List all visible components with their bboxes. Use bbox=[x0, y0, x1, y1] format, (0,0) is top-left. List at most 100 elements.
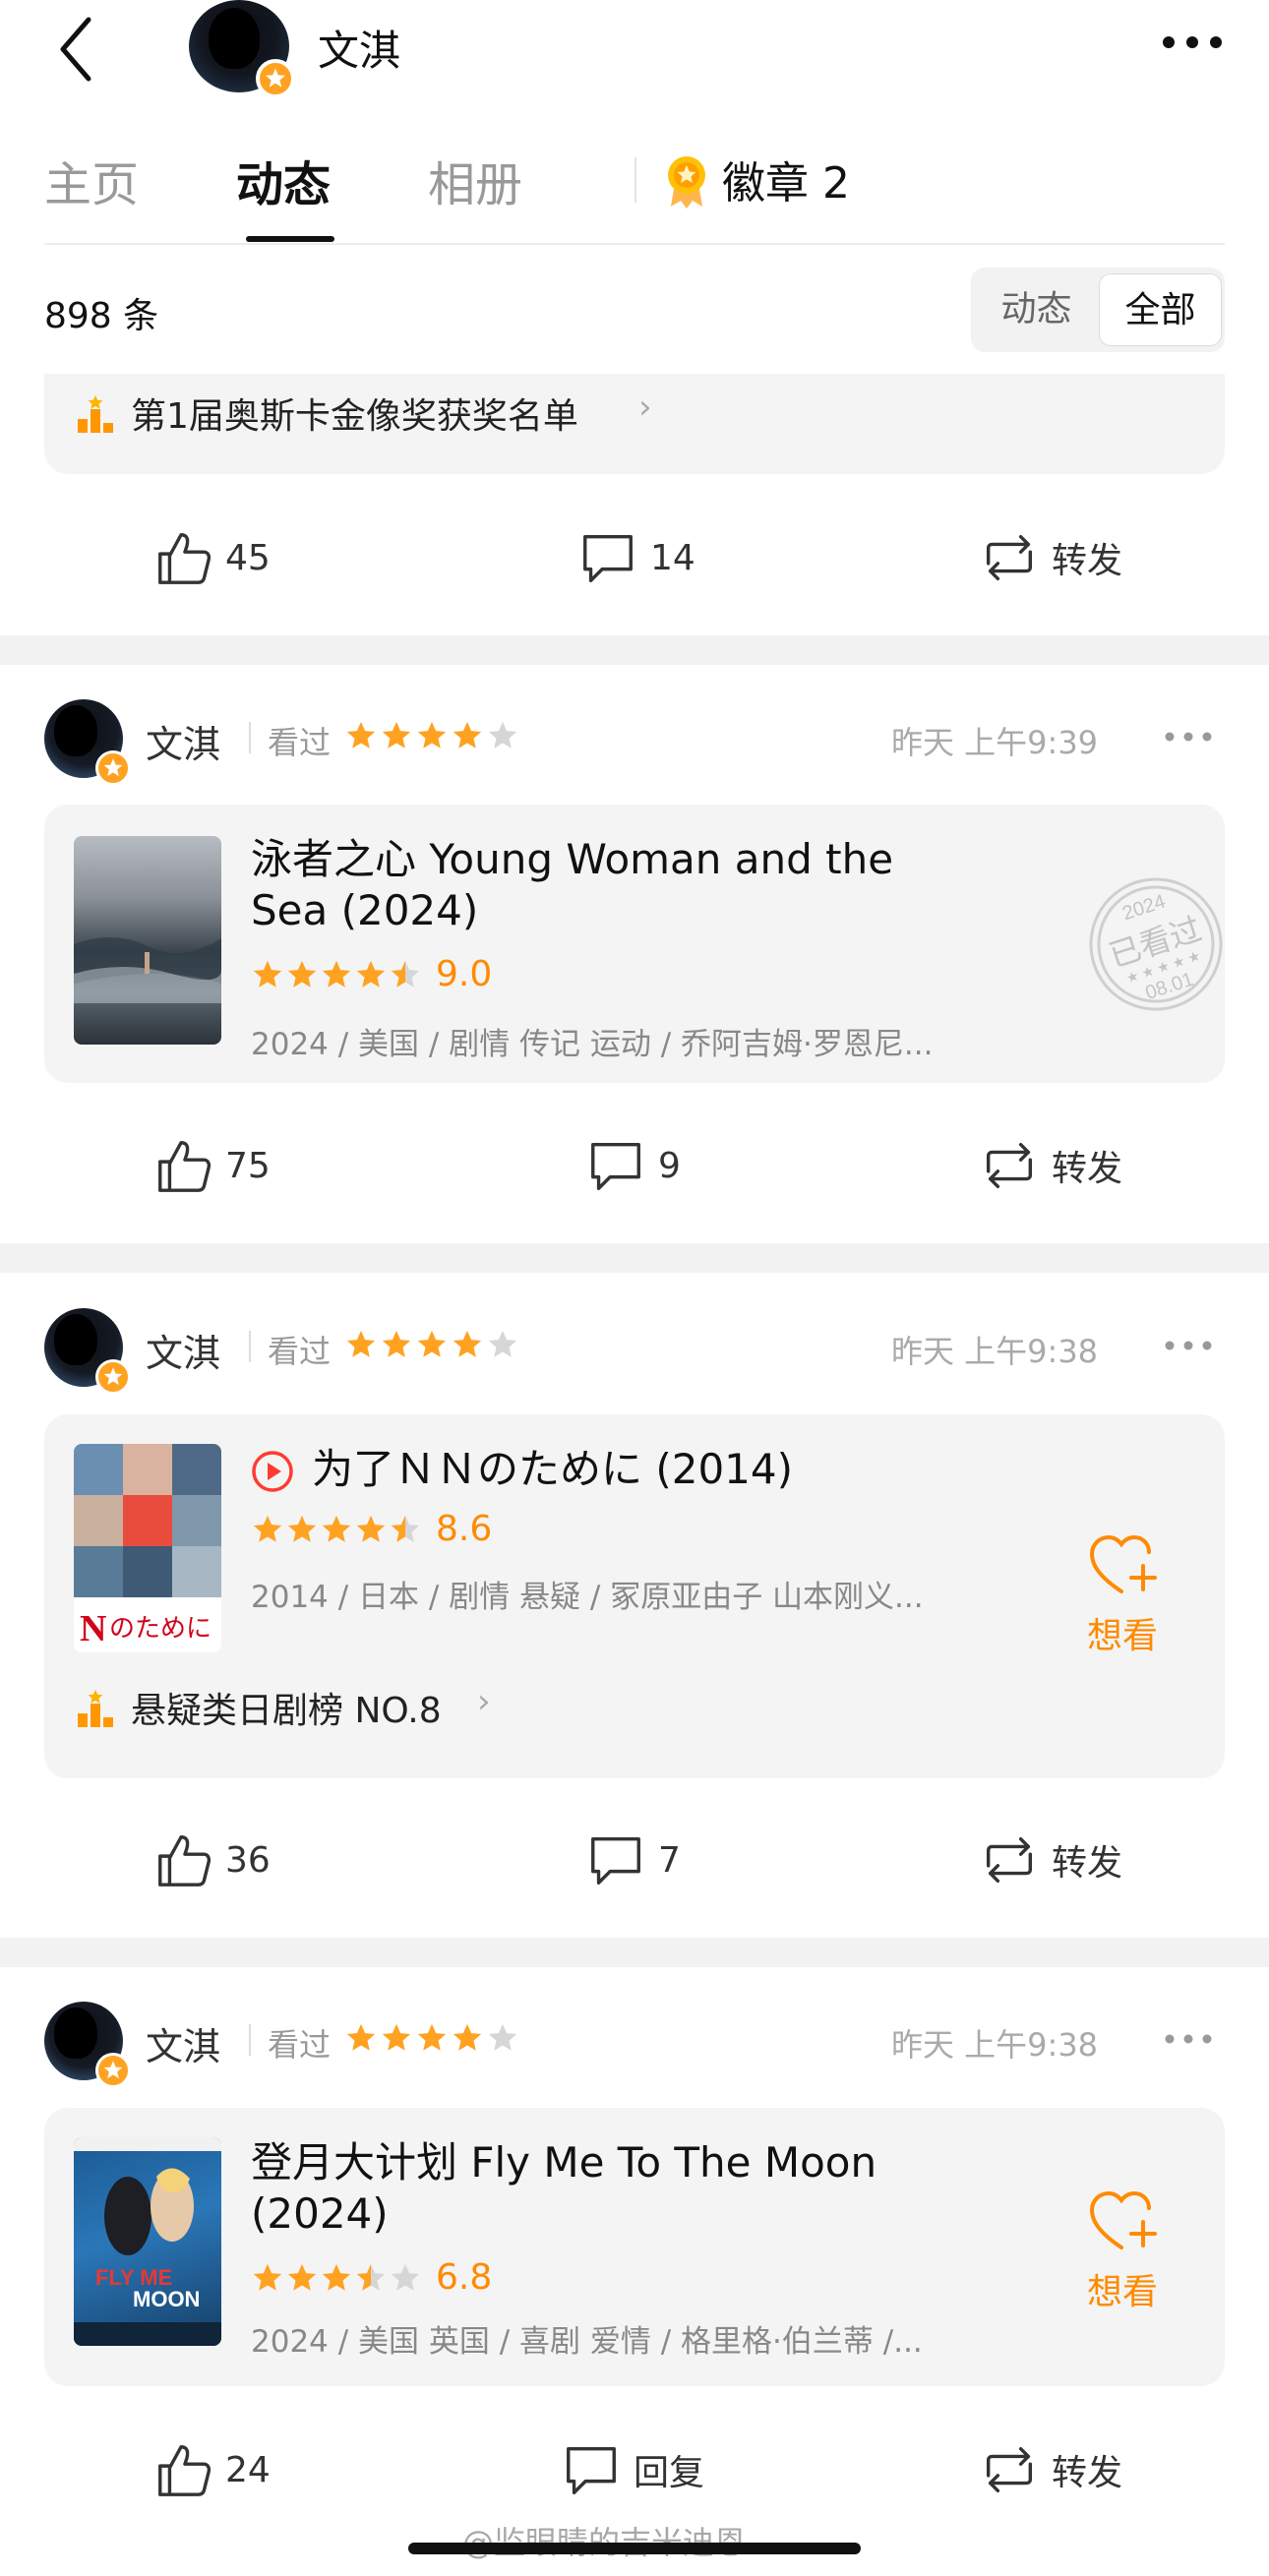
repost-button[interactable]: 转发 bbox=[979, 527, 1122, 588]
tab-home[interactable]: 主页 bbox=[44, 146, 139, 214]
home-indicator[interactable] bbox=[408, 2543, 861, 2554]
rating-score: 9.0 bbox=[436, 954, 493, 994]
movie-card[interactable]: FLY ME MOON 登月大计划 Fly Me To The Moon (20… bbox=[44, 2108, 1225, 2386]
tab-badges[interactable]: 徽章 2 bbox=[722, 148, 850, 210]
star-icon bbox=[453, 721, 482, 749]
more-options-icon[interactable] bbox=[1161, 28, 1224, 57]
star-icon bbox=[287, 1515, 317, 1542]
repost-icon bbox=[986, 1836, 1033, 1884]
repost-button[interactable]: 转发 bbox=[979, 2439, 1122, 2500]
want-to-watch-button[interactable]: 想看 bbox=[1087, 2188, 1158, 2314]
svg-text:MOON: MOON bbox=[133, 2287, 200, 2311]
repost-label: 转发 bbox=[1052, 1843, 1123, 1884]
star-icon bbox=[391, 2263, 420, 2291]
verified-star-icon bbox=[256, 59, 295, 98]
star-icon bbox=[453, 2023, 482, 2051]
repost-label: 转发 bbox=[1052, 541, 1123, 581]
star-icon bbox=[488, 2023, 517, 2051]
movie-meta: 2024 / 美国 / 剧情 传记 运动 / 乔阿吉姆·罗恩尼... bbox=[251, 1027, 934, 1062]
medal-icon bbox=[668, 156, 705, 209]
filter-activity-button[interactable]: 动态 bbox=[975, 273, 1098, 346]
tab-album[interactable]: 相册 bbox=[428, 146, 522, 214]
movie-poster: FLY ME MOON bbox=[74, 2137, 221, 2346]
watched-stamp: 2024 已看过 ★ ★ ★ ★ ★ 08.01 bbox=[1089, 877, 1223, 1011]
tab-activity[interactable]: 动态 bbox=[236, 146, 331, 214]
repost-icon bbox=[986, 1142, 1033, 1189]
want-label: 想看 bbox=[1087, 1616, 1159, 1656]
ranking-icon bbox=[78, 395, 113, 433]
star-icon bbox=[417, 721, 447, 749]
profile-avatar[interactable] bbox=[189, 0, 295, 98]
repost-button[interactable]: 转发 bbox=[979, 1829, 1122, 1890]
back-arrow-icon[interactable] bbox=[47, 10, 106, 89]
star-icon bbox=[356, 1515, 386, 1542]
star-icon bbox=[346, 1330, 376, 1357]
user-rating-stars bbox=[344, 1328, 519, 1361]
rating-stars bbox=[251, 1513, 422, 1546]
star-icon bbox=[488, 1330, 517, 1357]
repost-icon bbox=[986, 2446, 1033, 2493]
author-name[interactable]: 文淇 bbox=[146, 2016, 220, 2070]
chevron-right-icon: › bbox=[638, 388, 652, 427]
rank-label: 第1届奥斯卡金像奖获奖名单 bbox=[131, 396, 578, 437]
like-button[interactable]: 75 bbox=[152, 1135, 271, 1196]
want-label: 想看 bbox=[1087, 2272, 1159, 2312]
like-button[interactable]: 24 bbox=[152, 2439, 271, 2500]
want-to-watch-button[interactable]: 想看 bbox=[1087, 1532, 1158, 1658]
star-icon bbox=[488, 721, 517, 749]
post-time: 昨天 上午9:38 bbox=[891, 2026, 1099, 2064]
verified-star-icon bbox=[95, 2053, 131, 2088]
author-avatar[interactable] bbox=[44, 1308, 131, 1395]
author-avatar[interactable] bbox=[44, 699, 131, 786]
watermark: @监眼睛的吉米迪恩 bbox=[462, 2518, 746, 2563]
star-icon bbox=[391, 1515, 420, 1542]
star-icon bbox=[453, 1330, 482, 1357]
feed-filter-toggle: 动态 全部 bbox=[971, 268, 1225, 352]
rank-card[interactable]: 第1届奥斯卡金像奖获奖名单 › bbox=[44, 374, 1225, 474]
watched-status: 看过 bbox=[268, 1333, 332, 1370]
repost-icon bbox=[986, 534, 1033, 581]
reply-button[interactable]: 回复 bbox=[561, 2439, 704, 2500]
star-icon bbox=[382, 1330, 411, 1357]
post-count: 898 条 bbox=[44, 296, 159, 336]
more-options-icon[interactable] bbox=[1164, 2029, 1213, 2049]
thumbs-up-icon bbox=[158, 1141, 212, 1192]
rating-stars bbox=[251, 2261, 422, 2295]
post-time: 昨天 上午9:38 bbox=[891, 1333, 1099, 1370]
like-count: 45 bbox=[225, 537, 271, 578]
repost-label: 转发 bbox=[1052, 1149, 1123, 1189]
more-options-icon[interactable] bbox=[1164, 1336, 1213, 1355]
filter-all-button[interactable]: 全部 bbox=[1099, 273, 1222, 346]
comment-button[interactable]: 9 bbox=[585, 1135, 681, 1196]
comment-count: 14 bbox=[650, 537, 695, 578]
author-name[interactable]: 文淇 bbox=[146, 714, 220, 768]
play-icon[interactable] bbox=[251, 1450, 294, 1493]
movie-title: 登月大计划 Fly Me To The Moon bbox=[251, 2138, 877, 2187]
repost-button[interactable]: 转发 bbox=[979, 1135, 1122, 1196]
movie-meta: 2014 / 日本 / 剧情 悬疑 / 冢原亚由子 山本刚义... bbox=[251, 1580, 924, 1615]
movie-card[interactable]: 泳者之心 Young Woman and the Sea (2024) 9.0 … bbox=[44, 805, 1225, 1083]
comment-button[interactable]: 14 bbox=[577, 527, 695, 588]
rating-stars bbox=[251, 958, 422, 991]
comment-button[interactable]: 7 bbox=[585, 1829, 681, 1890]
like-button[interactable]: 45 bbox=[152, 527, 271, 588]
comment-icon bbox=[583, 534, 633, 582]
movie-card[interactable]: N のために 为了ＮＮのために (2014) 8.6 2014 / 日本 / 剧… bbox=[44, 1414, 1225, 1778]
star-icon bbox=[382, 2023, 411, 2051]
movie-title-cont: Sea (2024) bbox=[251, 886, 479, 934]
more-options-icon[interactable] bbox=[1164, 727, 1213, 747]
like-button[interactable]: 36 bbox=[152, 1829, 271, 1890]
comment-icon bbox=[567, 2446, 616, 2494]
rank-label[interactable]: 悬疑类日剧榜 NO.8 bbox=[131, 1682, 442, 1733]
verified-star-icon bbox=[95, 1359, 131, 1395]
svg-text:のために: のために bbox=[109, 1614, 212, 1644]
author-name[interactable]: 文淇 bbox=[146, 1323, 220, 1377]
like-count: 36 bbox=[225, 1839, 271, 1881]
comment-icon bbox=[591, 1836, 640, 1885]
divider bbox=[249, 722, 251, 753]
author-avatar[interactable] bbox=[44, 2002, 131, 2088]
ranking-icon bbox=[78, 1690, 113, 1727]
tab-active-indicator bbox=[246, 236, 334, 242]
star-icon bbox=[287, 960, 317, 988]
movie-rating: 8.6 bbox=[251, 1509, 492, 1549]
